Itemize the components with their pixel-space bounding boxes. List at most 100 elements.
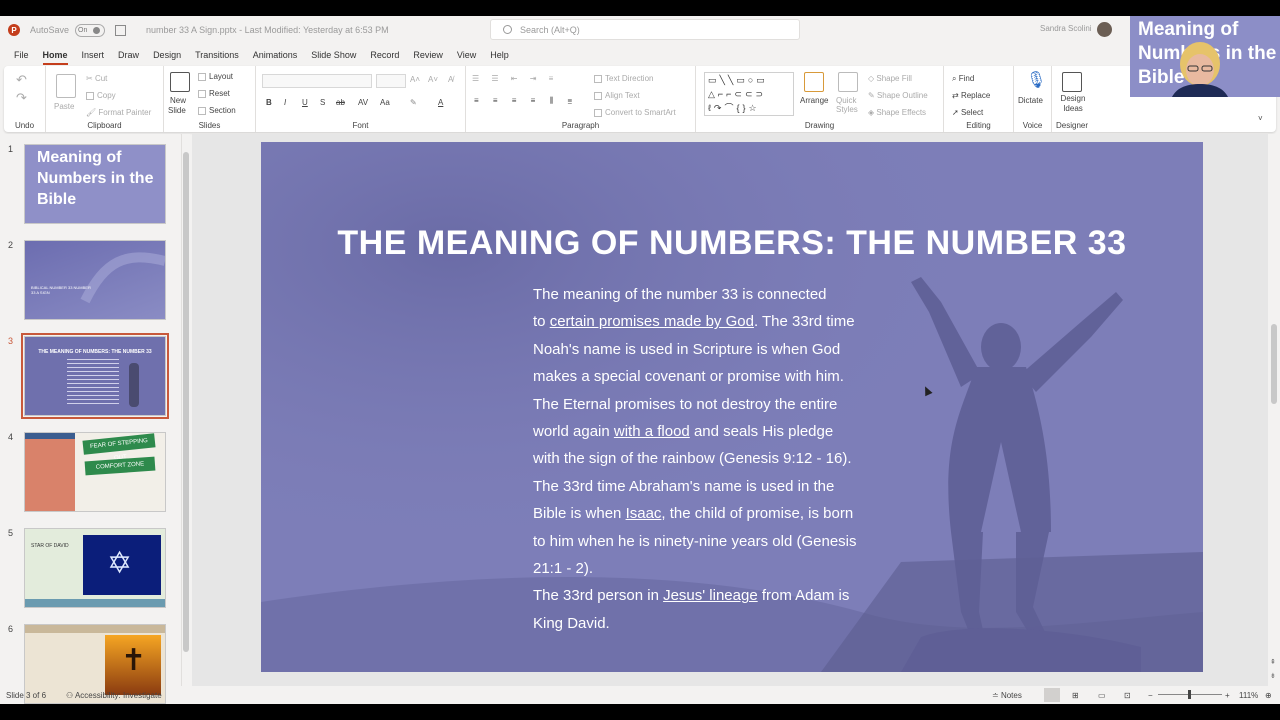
- tab-design[interactable]: Design: [153, 46, 181, 64]
- italic-button[interactable]: I: [284, 98, 286, 107]
- align-text-button[interactable]: Align Text: [594, 91, 640, 100]
- tab-view[interactable]: View: [457, 46, 476, 64]
- shape-fill-button[interactable]: ◇ Shape Fill: [868, 74, 912, 83]
- tab-transitions[interactable]: Transitions: [195, 46, 239, 64]
- select-label: Select: [960, 108, 984, 117]
- shape-effects-button[interactable]: ◈ Shape Effects: [868, 108, 926, 117]
- accessibility-status[interactable]: ⚇ Accessibility: Investigate: [66, 691, 162, 700]
- shape-outline-button[interactable]: ✎ Shape Outline: [868, 91, 928, 100]
- user-name[interactable]: Sandra Scolini: [1040, 24, 1092, 33]
- convert-smartart-button[interactable]: Convert to SmartArt: [594, 108, 676, 117]
- char-spacing-button[interactable]: AV: [358, 98, 368, 107]
- save-icon[interactable]: [115, 24, 127, 36]
- scrollbar-thumb[interactable]: [183, 152, 189, 652]
- scrollbar-thumb[interactable]: [1271, 324, 1277, 404]
- reset-button[interactable]: Reset: [198, 89, 230, 98]
- notes-button[interactable]: ≐ Notes: [992, 691, 1022, 700]
- quick-styles-button[interactable]: Quick Styles: [836, 96, 866, 114]
- font-size-dropdown[interactable]: [376, 74, 406, 88]
- strikethrough-button[interactable]: ab: [336, 98, 345, 107]
- thumbnail-scrollbar[interactable]: [181, 134, 190, 686]
- replace-button[interactable]: ⇄ Replace: [952, 91, 990, 100]
- underline-button[interactable]: U: [302, 98, 308, 107]
- copy-button[interactable]: Copy: [86, 91, 116, 100]
- hyperlink[interactable]: Jesus' lineage: [663, 587, 758, 604]
- bold-button[interactable]: B: [266, 98, 272, 107]
- body-line: Bible is when Isaac, the child of promis…: [533, 500, 883, 527]
- tab-insert[interactable]: Insert: [82, 46, 105, 64]
- collapse-ribbon-icon[interactable]: ˅: [1258, 114, 1263, 123]
- format-painter-button[interactable]: 🖌 Format Painter: [86, 108, 151, 117]
- tab-help[interactable]: Help: [490, 46, 509, 64]
- section-button[interactable]: Section: [198, 106, 236, 115]
- shadow-button[interactable]: S: [320, 98, 325, 107]
- prev-slide-icon[interactable]: ⇞: [1270, 658, 1276, 666]
- next-slide-icon[interactable]: ⇟: [1270, 672, 1276, 680]
- find-button[interactable]: ⌕ Find: [952, 74, 974, 84]
- undo-icon[interactable]: ↶: [16, 72, 27, 88]
- body-text-span: to: [533, 313, 550, 331]
- tab-slide-show[interactable]: Slide Show: [311, 46, 356, 64]
- zoom-slider-thumb[interactable]: [1188, 690, 1191, 699]
- autosave-toggle[interactable]: On: [75, 23, 106, 37]
- design-ideas-icon[interactable]: [1062, 72, 1082, 92]
- thumbnail-number: 3: [8, 336, 14, 346]
- new-slide-label[interactable]: New: [170, 96, 186, 105]
- thumbnail-top-bar: [25, 433, 75, 439]
- layout-button[interactable]: Layout: [198, 72, 233, 81]
- slide-sorter-icon[interactable]: ⊞: [1072, 691, 1079, 700]
- tab-file[interactable]: File: [14, 46, 29, 64]
- clear-format-icon[interactable]: A̸: [448, 75, 453, 84]
- slide-scrollbar[interactable]: ⇞ ⇟: [1268, 134, 1280, 686]
- body-line: world again with a flood and seals His p…: [533, 418, 883, 445]
- redo-icon[interactable]: ↷: [16, 90, 27, 106]
- tab-draw[interactable]: Draw: [118, 46, 139, 64]
- font-family-dropdown[interactable]: [262, 74, 372, 88]
- new-slide-icon[interactable]: [170, 72, 190, 92]
- slide-body-text[interactable]: The meaning of the number 33 is connecte…: [533, 281, 883, 637]
- search-box[interactable]: Search (Alt+Q): [490, 19, 800, 40]
- fit-to-window-icon[interactable]: ⊕: [1265, 691, 1272, 700]
- reading-view-icon[interactable]: ▭: [1098, 691, 1106, 700]
- paste-icon[interactable]: [56, 74, 76, 98]
- zoom-in-icon[interactable]: +: [1225, 691, 1230, 700]
- thumbnail-image: FEAR OF STEPPING OUT COMFORT ZONE: [24, 432, 166, 512]
- cut-button[interactable]: ✂ Cut: [86, 74, 107, 83]
- hyperlink[interactable]: with a flood: [614, 423, 690, 440]
- highlight-icon[interactable]: ✎: [410, 98, 417, 107]
- hyperlink[interactable]: certain promises made by God: [550, 313, 754, 330]
- arrange-button[interactable]: Arrange: [800, 96, 828, 105]
- select-button[interactable]: ➚ Select: [952, 108, 983, 117]
- zoom-level[interactable]: 111%: [1239, 691, 1258, 700]
- dictate-button[interactable]: Dictate: [1018, 96, 1043, 105]
- quick-styles-icon[interactable]: [838, 72, 858, 92]
- slide-title[interactable]: THE MEANING OF NUMBERS: THE NUMBER 33: [261, 224, 1203, 263]
- font-color-icon[interactable]: A: [438, 98, 443, 107]
- new-slide-label-2[interactable]: Slide: [168, 106, 186, 115]
- format-painter-icon: 🖌: [86, 108, 99, 117]
- slideshow-icon[interactable]: ⊡: [1124, 691, 1131, 700]
- avatar[interactable]: [1097, 22, 1112, 37]
- shapes-gallery[interactable]: ▭╲╲▭○▭ △⌐⌐⊂⊂⊃ ℓ↷⌒{}☆: [704, 72, 794, 116]
- list-icons[interactable]: ☰ ☰ ⇤ ⇥ ≡: [472, 74, 558, 83]
- tab-review[interactable]: Review: [413, 46, 443, 64]
- hyperlink[interactable]: Isaac: [626, 505, 662, 522]
- zoom-out-icon[interactable]: −: [1148, 691, 1153, 700]
- tab-animations[interactable]: Animations: [253, 46, 298, 64]
- current-slide[interactable]: THE MEANING OF NUMBERS: THE NUMBER 33 Th…: [261, 142, 1203, 672]
- editing-group: ⌕ Find ⇄ Replace ➚ Select Editing: [944, 66, 1014, 132]
- microphone-icon[interactable]: 🎙: [1026, 70, 1046, 90]
- normal-view-icon[interactable]: [1044, 688, 1060, 702]
- alignment-icons[interactable]: ≡ ≡ ≡ ≡ ⫼ ≣: [474, 96, 578, 106]
- increase-font-icon[interactable]: A˄: [410, 75, 420, 84]
- tab-home[interactable]: Home: [42, 46, 68, 65]
- arrange-icon[interactable]: [804, 72, 824, 92]
- design-ideas-button[interactable]: Design Ideas: [1056, 94, 1090, 114]
- change-case-button[interactable]: Aa: [380, 98, 390, 107]
- paste-button[interactable]: Paste: [54, 102, 74, 111]
- text-direction-button[interactable]: Text Direction: [594, 74, 653, 83]
- document-title[interactable]: number 33 A Sign.pptx - Last Modified: Y…: [146, 25, 389, 35]
- tab-record[interactable]: Record: [370, 46, 399, 64]
- decrease-font-icon[interactable]: A˅: [428, 75, 438, 84]
- designer-group-label: Designer: [1055, 121, 1088, 130]
